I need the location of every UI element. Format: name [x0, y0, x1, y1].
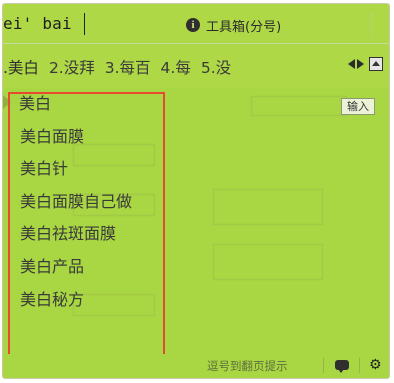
candidate-list: .美白 2.没拜 3.每百 4.每 5.没 — [3, 56, 231, 78]
background-field — [213, 244, 323, 280]
composition-bar: ei' bai i 工具箱(分号) — [3, 4, 389, 44]
status-bar: 逗号到翻页提示 ⚙ — [3, 354, 389, 378]
status-divider — [323, 358, 324, 373]
chat-icon[interactable] — [335, 360, 349, 373]
background-field — [251, 96, 347, 116]
next-page-icon[interactable] — [357, 59, 364, 69]
toolbox-label: 工具箱(分号) — [206, 19, 282, 35]
candidate-bar: .美白 2.没拜 3.每百 4.每 5.没 — [3, 44, 389, 88]
background-field — [213, 189, 323, 225]
screenshot-frame: ei' bai i 工具箱(分号) .美白 2.没拜 3.每百 4.每 5.没 — [0, 0, 394, 383]
candidate-4[interactable]: 4.每 — [161, 56, 191, 78]
previous-page-icon[interactable] — [348, 59, 355, 69]
gear-icon[interactable]: ⚙ — [369, 358, 382, 373]
candidate-2[interactable]: 2.没拜 — [49, 56, 95, 78]
pinyin-input[interactable]: ei' bai — [3, 14, 72, 36]
expand-icon[interactable] — [369, 57, 383, 71]
resize-grip[interactable] — [371, 12, 385, 36]
text-caret — [84, 13, 85, 35]
candidate-5[interactable]: 5.没 — [201, 56, 231, 78]
candidate-pager — [348, 57, 383, 71]
ime-candidate-window: ei' bai i 工具箱(分号) .美白 2.没拜 3.每百 4.每 5.没 — [2, 3, 390, 379]
candidate-1[interactable]: .美白 — [3, 56, 39, 78]
candidate-3[interactable]: 3.每百 — [105, 56, 151, 78]
status-hint: 逗号到翻页提示 — [207, 359, 288, 373]
toolbox-button[interactable]: i 工具箱(分号) — [186, 15, 281, 35]
info-icon: i — [186, 18, 200, 32]
status-divider — [359, 358, 360, 373]
input-button[interactable]: 输入 — [341, 98, 375, 115]
highlight-annotation-box — [8, 92, 165, 358]
